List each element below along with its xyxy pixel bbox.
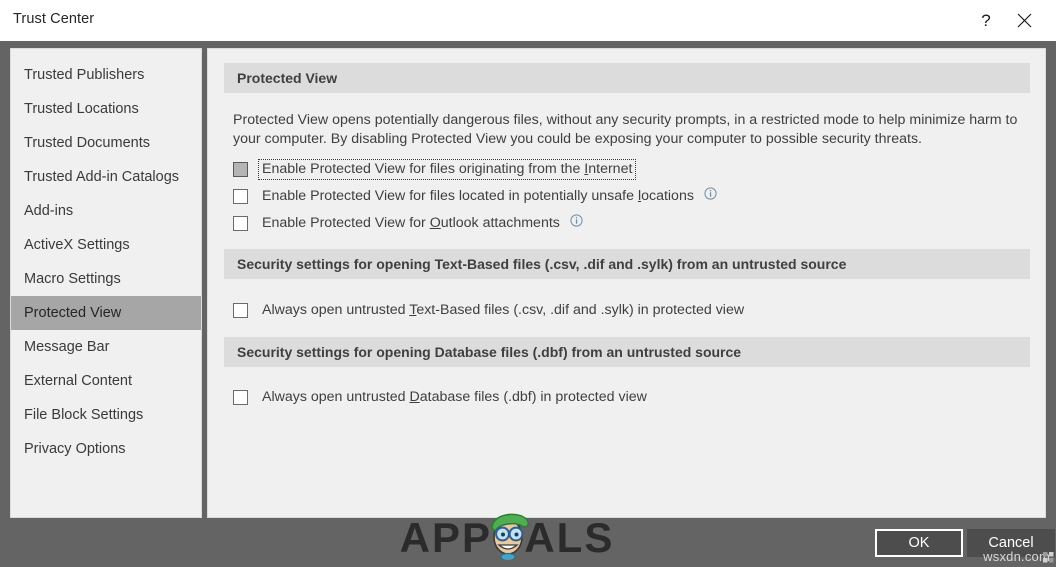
info-icon-glyph <box>570 213 583 227</box>
sidebar-item-label: Trusted Publishers <box>24 67 145 83</box>
wsxdn-watermark: wsxdn.com <box>983 549 1050 564</box>
label-part-after: ext-Based files (.csv, .dif and .sylk) i… <box>416 301 745 318</box>
sidebar-item-message-bar[interactable]: Message Bar <box>11 330 201 364</box>
checkbox-outlook-attachments[interactable] <box>233 215 248 231</box>
label-part-before: Enable Protected View for files originat… <box>262 160 585 177</box>
section-header-text-based-files: Security settings for opening Text-Based… <box>224 249 1030 279</box>
section-header-label: Security settings for opening Text-Based… <box>237 256 847 272</box>
checkbox-outlook-attachments-label: Enable Protected View for Outlook attach… <box>259 214 563 233</box>
section-header-protected-view: Protected View <box>224 63 1030 93</box>
label-part-before: Enable Protected View for <box>262 214 430 231</box>
label-part-after: atabase files (.dbf) in protected view <box>419 388 647 405</box>
dialog-body: Trusted Publishers Trusted Locations Tru… <box>0 41 1056 518</box>
sidebar-item-label: Protected View <box>24 305 122 321</box>
label-accelerator: O <box>429 214 441 231</box>
checkbox-row-internet[interactable]: Enable Protected View for files originat… <box>233 158 637 180</box>
title-bar: Trust Center ? <box>0 0 1056 41</box>
label-part-after: utlook attachments <box>440 214 560 231</box>
sidebar-item-label: Message Bar <box>24 339 110 355</box>
sidebar-item-privacy-options[interactable]: Privacy Options <box>11 432 201 466</box>
checkbox-text-based-files-label: Always open untrusted Text-Based files (… <box>259 301 747 320</box>
section-header-label: Protected View <box>237 70 338 86</box>
sidebar-item-file-block-settings[interactable]: File Block Settings <box>11 398 201 432</box>
window-title: Trust Center <box>13 11 95 27</box>
close-icon-glyph <box>1017 13 1031 28</box>
sidebar-item-trusted-publishers[interactable]: Trusted Publishers <box>11 58 201 92</box>
checkbox-database-files-label: Always open untrusted Database files (.d… <box>259 388 650 407</box>
sidebar-item-label: Trusted Add-in Catalogs <box>24 169 180 185</box>
sidebar-item-trusted-documents[interactable]: Trusted Documents <box>11 126 201 160</box>
sidebar-item-protected-view[interactable]: Protected View <box>11 296 201 330</box>
dialog-footer: OK Cancel wsxdn.com <box>0 518 1056 567</box>
sidebar-item-label: File Block Settings <box>24 407 144 423</box>
settings-content-panel: Protected View Protected View opens pote… <box>207 48 1046 518</box>
sidebar-item-trusted-locations[interactable]: Trusted Locations <box>11 92 201 126</box>
checkbox-text-based-files[interactable] <box>233 302 248 318</box>
sidebar-item-macro-settings[interactable]: Macro Settings <box>11 262 201 296</box>
checkbox-row-outlook-attachments[interactable]: Enable Protected View for Outlook attach… <box>233 213 583 233</box>
checkbox-row-database-files[interactable]: Always open untrusted Database files (.d… <box>233 387 650 407</box>
info-icon-glyph <box>704 186 717 200</box>
trust-center-dialog: Trust Center ? Trusted Publishers Truste… <box>0 0 1056 567</box>
checkbox-row-unsafe-locations[interactable]: Enable Protected View for files located … <box>233 186 717 206</box>
sidebar-item-label: Privacy Options <box>24 441 126 457</box>
label-part-after: nternet <box>588 160 633 177</box>
label-part-before: Always open untrusted <box>262 301 410 318</box>
section-header-database-files: Security settings for opening Database f… <box>224 337 1030 367</box>
close-icon[interactable] <box>1001 0 1047 41</box>
sidebar-item-label: ActiveX Settings <box>24 237 130 253</box>
wsxdn-squares-icon <box>1043 552 1054 563</box>
checkbox-unsafe-locations[interactable] <box>233 188 248 204</box>
sidebar-item-label: Add-ins <box>24 203 74 219</box>
protected-view-description: Protected View opens potentially dangero… <box>233 112 1018 147</box>
ok-button[interactable]: OK <box>875 529 963 557</box>
checkbox-row-text-based-files[interactable]: Always open untrusted Text-Based files (… <box>233 300 747 320</box>
category-sidebar: Trusted Publishers Trusted Locations Tru… <box>10 48 202 518</box>
section-header-label: Security settings for opening Database f… <box>237 344 742 360</box>
ok-button-label: OK <box>908 535 930 551</box>
sidebar-item-trusted-add-in-catalogs[interactable]: Trusted Add-in Catalogs <box>11 160 201 194</box>
label-accelerator: D <box>409 388 420 405</box>
help-icon-glyph: ? <box>981 10 991 30</box>
checkbox-internet[interactable] <box>233 161 248 177</box>
sidebar-item-add-ins[interactable]: Add-ins <box>11 194 201 228</box>
info-icon[interactable] <box>704 186 717 200</box>
sidebar-item-label: External Content <box>24 373 133 389</box>
label-part-before: Always open untrusted <box>262 388 410 405</box>
checkbox-internet-label: Enable Protected View for files originat… <box>257 158 637 180</box>
checkbox-database-files[interactable] <box>233 389 248 405</box>
sidebar-item-label: Macro Settings <box>24 271 121 287</box>
sidebar-item-label: Trusted Locations <box>24 101 139 117</box>
checkbox-unsafe-locations-label: Enable Protected View for files located … <box>259 187 697 206</box>
sidebar-item-activex-settings[interactable]: ActiveX Settings <box>11 228 201 262</box>
label-part-after: ocations <box>641 187 694 204</box>
sidebar-item-label: Trusted Documents <box>24 135 150 151</box>
info-icon[interactable] <box>570 213 583 227</box>
label-part-before: Enable Protected View for files located … <box>262 187 638 204</box>
sidebar-item-external-content[interactable]: External Content <box>11 364 201 398</box>
